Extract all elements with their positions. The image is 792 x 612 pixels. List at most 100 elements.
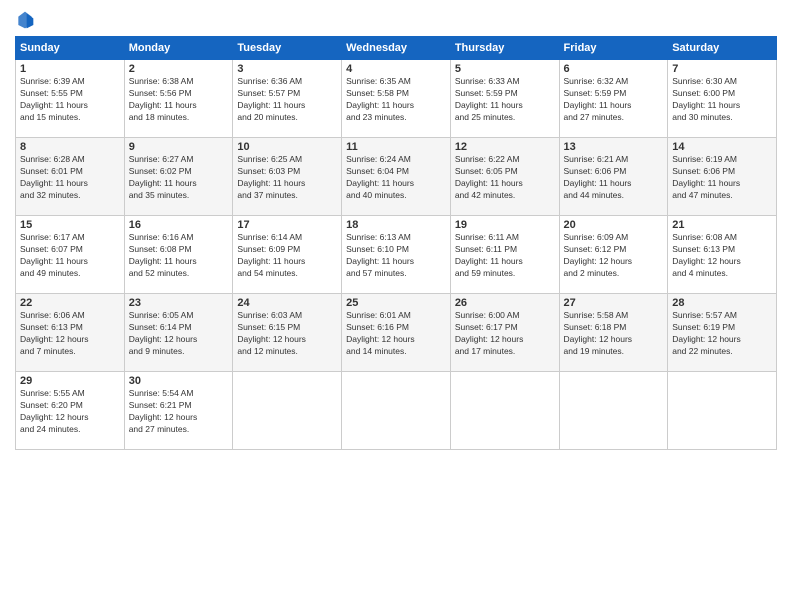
calendar-cell [342, 372, 451, 450]
day-number: 9 [129, 141, 229, 153]
day-number: 11 [346, 141, 446, 153]
day-info: Sunrise: 6:27 AMSunset: 6:02 PMDaylight:… [129, 154, 229, 202]
calendar-week-row: 1 Sunrise: 6:39 AMSunset: 5:55 PMDayligh… [16, 60, 777, 138]
calendar-cell: 24 Sunrise: 6:03 AMSunset: 6:15 PMDaylig… [233, 294, 342, 372]
day-number: 13 [564, 141, 664, 153]
day-number: 10 [237, 141, 337, 153]
calendar-cell: 2 Sunrise: 6:38 AMSunset: 5:56 PMDayligh… [124, 60, 233, 138]
calendar-cell: 12 Sunrise: 6:22 AMSunset: 6:05 PMDaylig… [450, 138, 559, 216]
day-number: 26 [455, 297, 555, 309]
day-info: Sunrise: 6:33 AMSunset: 5:59 PMDaylight:… [455, 76, 555, 124]
logo [15, 10, 39, 30]
day-number: 15 [20, 219, 120, 231]
day-number: 21 [672, 219, 772, 231]
day-number: 27 [564, 297, 664, 309]
calendar-header-tuesday: Tuesday [233, 37, 342, 60]
day-info: Sunrise: 6:17 AMSunset: 6:07 PMDaylight:… [20, 232, 120, 280]
calendar-cell: 23 Sunrise: 6:05 AMSunset: 6:14 PMDaylig… [124, 294, 233, 372]
calendar-cell: 26 Sunrise: 6:00 AMSunset: 6:17 PMDaylig… [450, 294, 559, 372]
calendar-table: SundayMondayTuesdayWednesdayThursdayFrid… [15, 36, 777, 450]
calendar-week-row: 22 Sunrise: 6:06 AMSunset: 6:13 PMDaylig… [16, 294, 777, 372]
calendar-cell: 21 Sunrise: 6:08 AMSunset: 6:13 PMDaylig… [668, 216, 777, 294]
day-info: Sunrise: 5:58 AMSunset: 6:18 PMDaylight:… [564, 310, 664, 358]
calendar-cell: 14 Sunrise: 6:19 AMSunset: 6:06 PMDaylig… [668, 138, 777, 216]
day-info: Sunrise: 6:09 AMSunset: 6:12 PMDaylight:… [564, 232, 664, 280]
day-info: Sunrise: 5:55 AMSunset: 6:20 PMDaylight:… [20, 388, 120, 436]
calendar-cell [668, 372, 777, 450]
day-info: Sunrise: 6:16 AMSunset: 6:08 PMDaylight:… [129, 232, 229, 280]
day-info: Sunrise: 6:00 AMSunset: 6:17 PMDaylight:… [455, 310, 555, 358]
calendar-cell: 8 Sunrise: 6:28 AMSunset: 6:01 PMDayligh… [16, 138, 125, 216]
calendar-cell: 11 Sunrise: 6:24 AMSunset: 6:04 PMDaylig… [342, 138, 451, 216]
day-number: 22 [20, 297, 120, 309]
header [15, 10, 777, 30]
calendar-cell: 3 Sunrise: 6:36 AMSunset: 5:57 PMDayligh… [233, 60, 342, 138]
day-info: Sunrise: 6:03 AMSunset: 6:15 PMDaylight:… [237, 310, 337, 358]
calendar-cell: 29 Sunrise: 5:55 AMSunset: 6:20 PMDaylig… [16, 372, 125, 450]
calendar-cell: 22 Sunrise: 6:06 AMSunset: 6:13 PMDaylig… [16, 294, 125, 372]
calendar-cell: 6 Sunrise: 6:32 AMSunset: 5:59 PMDayligh… [559, 60, 668, 138]
calendar-header-wednesday: Wednesday [342, 37, 451, 60]
day-number: 8 [20, 141, 120, 153]
calendar-header-friday: Friday [559, 37, 668, 60]
calendar-cell: 19 Sunrise: 6:11 AMSunset: 6:11 PMDaylig… [450, 216, 559, 294]
day-number: 29 [20, 375, 120, 387]
day-number: 30 [129, 375, 229, 387]
calendar-cell [559, 372, 668, 450]
calendar-cell: 4 Sunrise: 6:35 AMSunset: 5:58 PMDayligh… [342, 60, 451, 138]
day-number: 17 [237, 219, 337, 231]
day-number: 2 [129, 63, 229, 75]
day-number: 18 [346, 219, 446, 231]
day-info: Sunrise: 6:32 AMSunset: 5:59 PMDaylight:… [564, 76, 664, 124]
day-info: Sunrise: 6:25 AMSunset: 6:03 PMDaylight:… [237, 154, 337, 202]
day-number: 25 [346, 297, 446, 309]
calendar-cell: 18 Sunrise: 6:13 AMSunset: 6:10 PMDaylig… [342, 216, 451, 294]
day-info: Sunrise: 6:08 AMSunset: 6:13 PMDaylight:… [672, 232, 772, 280]
day-info: Sunrise: 6:35 AMSunset: 5:58 PMDaylight:… [346, 76, 446, 124]
calendar-cell: 27 Sunrise: 5:58 AMSunset: 6:18 PMDaylig… [559, 294, 668, 372]
calendar-cell: 15 Sunrise: 6:17 AMSunset: 6:07 PMDaylig… [16, 216, 125, 294]
calendar-cell [233, 372, 342, 450]
calendar-cell: 10 Sunrise: 6:25 AMSunset: 6:03 PMDaylig… [233, 138, 342, 216]
calendar-cell: 9 Sunrise: 6:27 AMSunset: 6:02 PMDayligh… [124, 138, 233, 216]
day-info: Sunrise: 6:19 AMSunset: 6:06 PMDaylight:… [672, 154, 772, 202]
calendar-week-row: 29 Sunrise: 5:55 AMSunset: 6:20 PMDaylig… [16, 372, 777, 450]
day-info: Sunrise: 6:05 AMSunset: 6:14 PMDaylight:… [129, 310, 229, 358]
day-info: Sunrise: 6:24 AMSunset: 6:04 PMDaylight:… [346, 154, 446, 202]
day-info: Sunrise: 6:38 AMSunset: 5:56 PMDaylight:… [129, 76, 229, 124]
day-number: 20 [564, 219, 664, 231]
day-info: Sunrise: 6:06 AMSunset: 6:13 PMDaylight:… [20, 310, 120, 358]
calendar-cell: 25 Sunrise: 6:01 AMSunset: 6:16 PMDaylig… [342, 294, 451, 372]
day-number: 12 [455, 141, 555, 153]
day-info: Sunrise: 6:30 AMSunset: 6:00 PMDaylight:… [672, 76, 772, 124]
calendar-cell: 7 Sunrise: 6:30 AMSunset: 6:00 PMDayligh… [668, 60, 777, 138]
calendar-header-row: SundayMondayTuesdayWednesdayThursdayFrid… [16, 37, 777, 60]
day-number: 4 [346, 63, 446, 75]
day-number: 24 [237, 297, 337, 309]
day-number: 19 [455, 219, 555, 231]
day-info: Sunrise: 6:21 AMSunset: 6:06 PMDaylight:… [564, 154, 664, 202]
day-info: Sunrise: 5:54 AMSunset: 6:21 PMDaylight:… [129, 388, 229, 436]
calendar-header-monday: Monday [124, 37, 233, 60]
day-number: 3 [237, 63, 337, 75]
calendar-header-saturday: Saturday [668, 37, 777, 60]
page: SundayMondayTuesdayWednesdayThursdayFrid… [0, 0, 792, 612]
day-number: 14 [672, 141, 772, 153]
day-info: Sunrise: 6:11 AMSunset: 6:11 PMDaylight:… [455, 232, 555, 280]
day-number: 7 [672, 63, 772, 75]
day-info: Sunrise: 6:39 AMSunset: 5:55 PMDaylight:… [20, 76, 120, 124]
day-info: Sunrise: 6:36 AMSunset: 5:57 PMDaylight:… [237, 76, 337, 124]
day-info: Sunrise: 6:14 AMSunset: 6:09 PMDaylight:… [237, 232, 337, 280]
day-number: 6 [564, 63, 664, 75]
day-info: Sunrise: 6:28 AMSunset: 6:01 PMDaylight:… [20, 154, 120, 202]
calendar-header-thursday: Thursday [450, 37, 559, 60]
day-info: Sunrise: 6:01 AMSunset: 6:16 PMDaylight:… [346, 310, 446, 358]
calendar-cell [450, 372, 559, 450]
day-number: 1 [20, 63, 120, 75]
day-number: 28 [672, 297, 772, 309]
calendar-cell: 17 Sunrise: 6:14 AMSunset: 6:09 PMDaylig… [233, 216, 342, 294]
day-info: Sunrise: 5:57 AMSunset: 6:19 PMDaylight:… [672, 310, 772, 358]
logo-icon [15, 10, 35, 30]
calendar-header-sunday: Sunday [16, 37, 125, 60]
calendar-cell: 5 Sunrise: 6:33 AMSunset: 5:59 PMDayligh… [450, 60, 559, 138]
